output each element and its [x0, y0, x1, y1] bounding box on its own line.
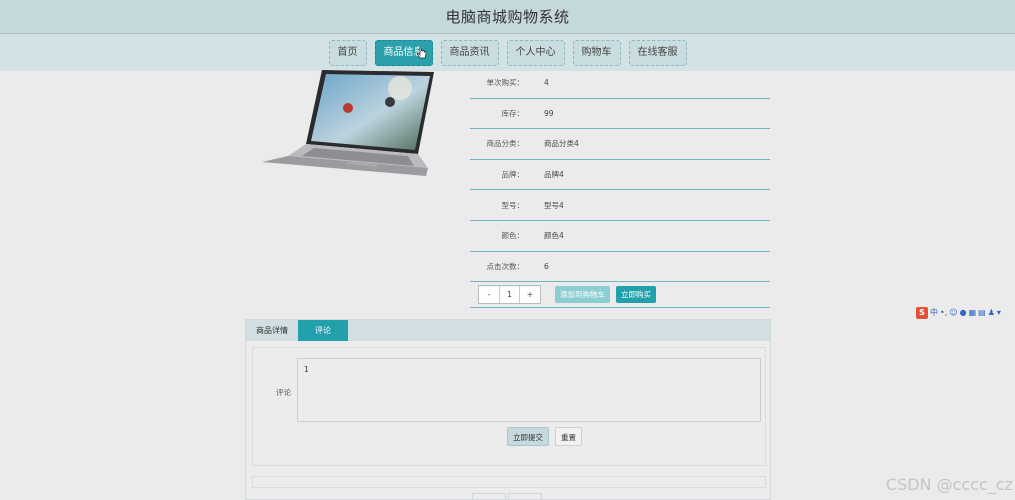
- microphone-icon[interactable]: ●: [960, 308, 967, 317]
- comment-label: 评论: [276, 388, 291, 397]
- product-image: [262, 70, 434, 176]
- reset-button[interactable]: 重置: [555, 427, 582, 446]
- prev-page-button[interactable]: [472, 493, 506, 500]
- spec-row: 点击次数： 6: [470, 252, 770, 283]
- nav-home[interactable]: 首页: [328, 39, 367, 66]
- skin-icon[interactable]: ▾: [997, 308, 1001, 317]
- quantity-input[interactable]: 1: [499, 286, 520, 303]
- ime-mode[interactable]: 中: [930, 307, 938, 318]
- comment-form: 评论 1 立即提交 重置: [252, 347, 766, 466]
- next-page-button[interactable]: [508, 493, 542, 500]
- watermark: CSDN @cccc_cz: [885, 475, 1013, 494]
- product-specs: 单次购买： 4 库存： 99 商品分类： 商品分类4 品牌： 品牌4 型号： 型号4 颜色…: [470, 68, 770, 283]
- tab-product-detail[interactable]: 商品详情: [246, 320, 298, 341]
- buy-now-button[interactable]: 立即购买: [616, 286, 656, 303]
- spec-row: 型号： 型号4: [470, 190, 770, 221]
- ime-toolbar: S 中 •, ☺ ● ▦ ▤ ♟ ▾: [916, 306, 1015, 319]
- submit-button[interactable]: 立即提交: [507, 427, 549, 446]
- keyboard-icon[interactable]: ▦: [969, 308, 977, 317]
- spec-key: 颜色：: [501, 231, 525, 241]
- hand-cursor-icon: [417, 47, 427, 59]
- spec-value: 颜色4: [544, 231, 564, 241]
- spec-value: 6: [544, 261, 549, 271]
- spec-row: 单次购买： 4: [470, 68, 770, 99]
- nav-product-news[interactable]: 商品资讯: [440, 39, 499, 66]
- comment-list: [252, 476, 766, 488]
- spec-key: 点击次数：: [486, 261, 525, 271]
- page-title: 电脑商城购物系统: [445, 8, 570, 26]
- spec-row: 库存： 99: [470, 99, 770, 130]
- detail-tabs-panel: 商品详情 评论 评论 1 立即提交 重置: [245, 319, 771, 500]
- spec-key: 库存：: [501, 108, 525, 118]
- punctuation-icon[interactable]: •,: [940, 308, 947, 317]
- tab-comments[interactable]: 评论: [298, 320, 348, 341]
- emoji-icon[interactable]: ☺: [949, 308, 957, 317]
- spec-key: 商品分类：: [486, 139, 525, 149]
- spec-key: 单次购买：: [486, 78, 525, 88]
- main-nav: 首页 商品信息 商品资讯 个人中心 购物车 在线客服: [0, 34, 1015, 71]
- nav-personal-center[interactable]: 个人中心: [506, 39, 565, 66]
- sogou-logo-icon[interactable]: S: [916, 306, 928, 319]
- tab-bar: 商品详情 评论: [246, 320, 770, 341]
- nav-cart[interactable]: 购物车: [572, 39, 621, 66]
- add-to-cart-button[interactable]: 添加到购物车: [555, 286, 610, 303]
- increment-button[interactable]: +: [520, 286, 540, 303]
- spec-value: 商品分类4: [544, 139, 579, 149]
- purchase-row: - 1 + 添加到购物车 立即购买: [470, 282, 770, 308]
- spec-row: 商品分类： 商品分类4: [470, 129, 770, 160]
- spec-value: 4: [544, 78, 549, 88]
- quantity-stepper: - 1 +: [478, 285, 541, 304]
- comment-textarea[interactable]: 1: [297, 358, 761, 422]
- toolbox-icon[interactable]: ▤: [978, 308, 986, 317]
- spec-key: 型号：: [501, 200, 525, 210]
- spec-key: 品牌：: [501, 170, 525, 180]
- pagination: [472, 493, 542, 500]
- decrement-button[interactable]: -: [479, 286, 499, 303]
- spec-row: 品牌： 品牌4: [470, 160, 770, 191]
- spec-value: 品牌4: [544, 170, 564, 180]
- spec-value: 99: [544, 108, 554, 118]
- user-icon[interactable]: ♟: [988, 308, 995, 317]
- spec-value: 型号4: [544, 200, 564, 210]
- nav-online-service[interactable]: 在线客服: [628, 39, 687, 66]
- spec-row: 颜色： 颜色4: [470, 221, 770, 252]
- title-bar: 电脑商城购物系统: [0, 0, 1015, 34]
